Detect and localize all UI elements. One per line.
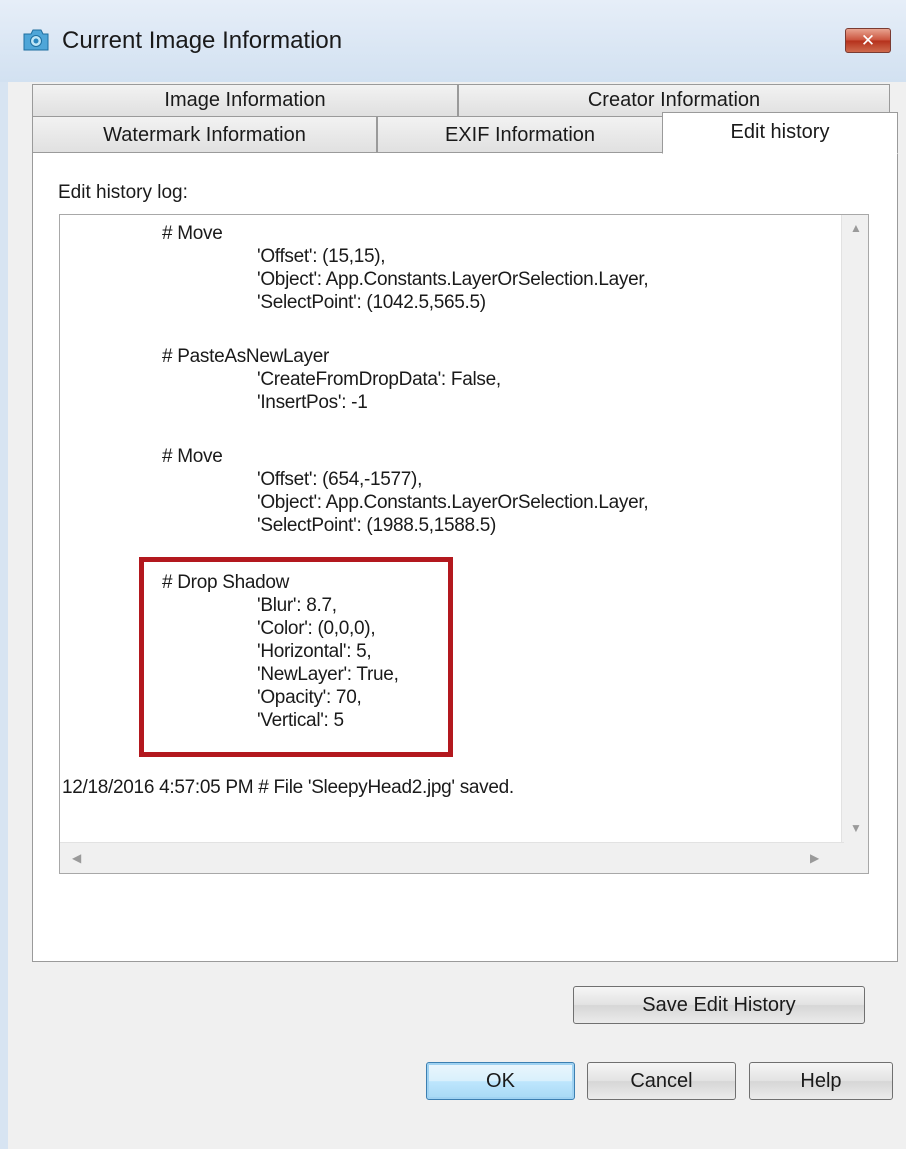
button-label: Cancel xyxy=(630,1069,693,1092)
log-line: 'Object': App.Constants.LayerOrSelection… xyxy=(257,492,649,513)
button-label: OK xyxy=(486,1069,515,1092)
log-line: 'SelectPoint': (1042.5,565.5) xyxy=(257,292,486,313)
tab-edit-history[interactable]: Edit history xyxy=(662,112,898,154)
title-bar[interactable]: Current Image Information ✕ xyxy=(0,0,906,82)
drop-shadow-highlight-box xyxy=(139,557,453,757)
dialog-body: Image Information Creator Information Wa… xyxy=(8,82,906,1149)
scroll-right-icon[interactable]: ▶ xyxy=(810,851,819,865)
log-line: 'SelectPoint': (1988.5,1588.5) xyxy=(257,515,497,536)
log-line: 'Object': App.Constants.LayerOrSelection… xyxy=(257,269,649,290)
tab-label: EXIF Information xyxy=(444,124,596,146)
save-edit-history-button[interactable]: Save Edit History xyxy=(573,986,865,1024)
scroll-left-icon[interactable]: ◀ xyxy=(72,851,81,865)
close-button[interactable]: ✕ xyxy=(845,28,891,53)
help-button[interactable]: Help xyxy=(749,1062,893,1100)
button-label: Help xyxy=(800,1069,842,1092)
log-line: 'CreateFromDropData': False, xyxy=(257,369,501,390)
button-label: Save Edit History xyxy=(642,993,796,1016)
vertical-scrollbar[interactable]: ▲ ▼ xyxy=(841,215,868,843)
tab-image-information[interactable]: Image Information xyxy=(32,84,458,116)
dialog-window: Current Image Information ✕ Image Inform… xyxy=(0,0,906,1149)
edit-history-log-label: Edit history log: xyxy=(58,182,188,203)
tab-label: Image Information xyxy=(164,89,326,111)
cancel-button[interactable]: Cancel xyxy=(587,1062,736,1100)
log-line: # Move xyxy=(162,446,223,467)
log-line: 'Offset': (15,15), xyxy=(257,246,386,267)
log-line: 'InsertPos': -1 xyxy=(257,392,368,413)
tab-watermark-information[interactable]: Watermark Information xyxy=(32,116,377,153)
window-title: Current Image Information xyxy=(62,27,343,54)
tab-label: Edit history xyxy=(730,121,830,143)
log-line: # Move xyxy=(162,223,223,244)
log-line: 12/18/2016 4:57:05 PM # File 'SleepyHead… xyxy=(62,777,514,798)
scroll-down-icon[interactable]: ▼ xyxy=(850,821,862,835)
scrollbar-corner xyxy=(842,843,868,873)
log-line: 'Offset': (654,-1577), xyxy=(257,469,423,490)
ok-button[interactable]: OK xyxy=(426,1062,575,1100)
close-icon: ✕ xyxy=(860,30,876,51)
tab-label: Watermark Information xyxy=(103,124,306,146)
edit-history-log[interactable]: # Move 'Offset': (15,15), 'Object': App.… xyxy=(59,214,869,874)
app-camera-icon xyxy=(23,29,49,51)
log-line: # PasteAsNewLayer xyxy=(162,346,330,367)
scroll-up-icon[interactable]: ▲ xyxy=(850,221,862,235)
horizontal-scrollbar[interactable]: ◀ ▶ xyxy=(60,842,844,873)
tab-exif-information[interactable]: EXIF Information xyxy=(377,116,663,153)
